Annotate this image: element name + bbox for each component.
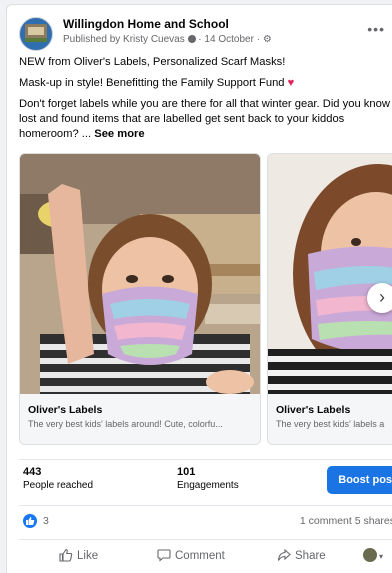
info-icon[interactable] (187, 35, 196, 43)
post-text: NEW from Oliver's Labels, Personalized S… (19, 55, 391, 148)
carousel-card-1[interactable]: Oliver's Labels The very best kids' labe… (19, 153, 261, 445)
chevron-right-icon[interactable]: › (367, 283, 392, 313)
people-reached-value: 443 (23, 466, 42, 478)
heart-icon: ♥ (287, 77, 295, 89)
chevron-down-icon: ▾ (379, 552, 384, 561)
page-name[interactable]: Willingdon Home and School (63, 17, 229, 31)
people-reached-label: People reached (23, 480, 94, 491)
card-desc-1: The very best kids' labels around! Cute,… (28, 419, 223, 429)
thumbs-up-icon (59, 548, 73, 562)
product-photo-1[interactable] (20, 154, 260, 394)
post-card: Willingdon Home and School Published by … (6, 4, 392, 573)
page-selector[interactable]: ▾ (363, 548, 383, 562)
post-insights: 443 People reached 101 Engagements Boost… (19, 459, 392, 500)
carousel: Oliver's Labels The very best kids' labe… (19, 153, 392, 445)
card-caption-1[interactable]: Oliver's Labels The very best kids' labe… (20, 394, 260, 444)
card-caption-2[interactable]: Oliver's Labels The very best kids' labe… (268, 394, 392, 444)
post-meta: Published by Kristy Cuevas · 14 October … (63, 34, 272, 45)
comment-share-counts: 1 comment 5 shares (300, 515, 392, 527)
comment-icon (157, 549, 171, 562)
share-button[interactable]: Share (277, 548, 326, 562)
card-desc-2: The very best kids' labels a (276, 419, 385, 429)
comment-count[interactable]: 1 comment (300, 515, 352, 527)
post-paragraph-2: Mask-up in style! Benefitting the Family… (19, 77, 295, 89)
like-reaction-icon[interactable] (23, 514, 37, 528)
card-title-1[interactable]: Oliver's Labels (28, 404, 252, 416)
product-photo-2[interactable] (268, 154, 392, 394)
engagements-label: Engagements (177, 480, 239, 491)
page-avatar-small (363, 548, 377, 562)
like-button[interactable]: Like (59, 548, 98, 562)
reaction-count[interactable]: 3 (43, 515, 49, 527)
card-title-2[interactable]: Oliver's Labels (276, 404, 392, 416)
action-bar: Like Comment Share ▾ (19, 539, 392, 573)
gear-icon[interactable]: ⚙ (263, 34, 272, 45)
post-paragraph-1: NEW from Oliver's Labels, Personalized S… (19, 56, 286, 68)
share-icon (277, 548, 291, 561)
share-count[interactable]: 5 shares (355, 515, 392, 527)
published-by[interactable]: Published by Kristy Cuevas (63, 34, 185, 45)
page-avatar[interactable] (19, 17, 53, 51)
post-paragraph-3: Don't forget labels while you are there … (19, 98, 390, 140)
post-header: Willingdon Home and School Published by … (19, 15, 392, 51)
post-date[interactable]: 14 October (204, 34, 253, 45)
comment-button[interactable]: Comment (157, 548, 225, 562)
ellipsis-icon[interactable]: ••• (367, 21, 385, 37)
reaction-bar: 3 1 comment 5 shares (19, 505, 392, 534)
see-more-link[interactable]: See more (94, 128, 144, 140)
engagements-value: 101 (177, 466, 196, 478)
boost-post-button[interactable]: Boost post (327, 466, 392, 494)
